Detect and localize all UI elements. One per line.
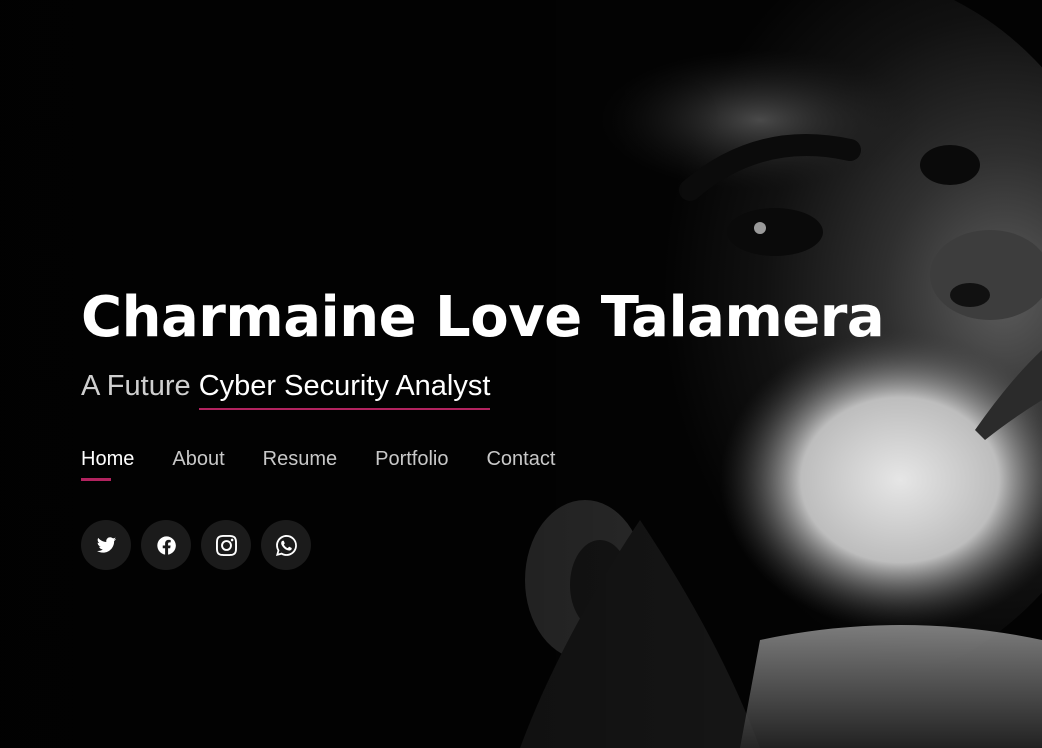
hero-content: Charmaine Love Talamera A Future Cyber S…	[81, 280, 981, 570]
tagline-prefix: A Future	[81, 370, 191, 402]
whatsapp-button[interactable]	[261, 520, 311, 570]
tagline-typed-text: Cyber Security Analyst	[198, 370, 491, 410]
facebook-icon	[156, 535, 176, 555]
hero-name-heading: Charmaine Love Talamera	[81, 285, 885, 350]
hero-section: Charmaine Love Talamera A Future Cyber S…	[0, 0, 1042, 748]
facebook-button[interactable]	[141, 520, 191, 570]
nav-link-resume[interactable]: Resume	[263, 446, 337, 476]
nav-link-contact[interactable]: Contact	[486, 446, 555, 476]
nav-link-home[interactable]: Home	[81, 446, 134, 481]
instagram-icon	[215, 534, 237, 556]
main-nav: Home About Resume Portfolio Contact	[81, 446, 981, 481]
nav-link-portfolio[interactable]: Portfolio	[375, 446, 448, 476]
instagram-button[interactable]	[201, 520, 251, 570]
twitter-button[interactable]	[81, 520, 131, 570]
hero-tagline: A Future Cyber Security Analyst	[81, 366, 981, 410]
nav-link-about[interactable]: About	[172, 446, 224, 476]
social-links	[81, 520, 981, 570]
whatsapp-icon	[275, 534, 297, 556]
twitter-icon	[96, 536, 116, 553]
